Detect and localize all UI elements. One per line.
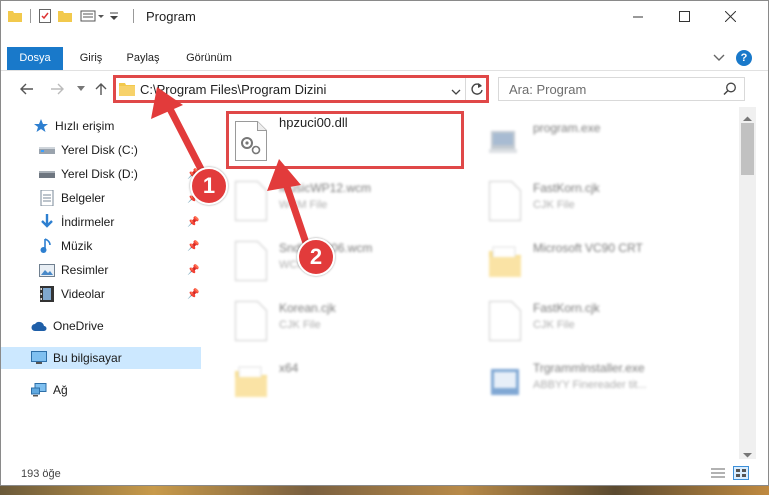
arrow-2 <box>267 159 310 247</box>
step-callout-1: 1 <box>190 167 228 205</box>
explorer-window: Program Dosya Giriş Paylaş Görünüm ? C:\… <box>0 0 769 486</box>
desktop-background <box>0 486 769 495</box>
step-callout-2: 2 <box>297 238 335 276</box>
annotation-arrows <box>151 87 310 247</box>
arrow-1 <box>151 87 207 177</box>
